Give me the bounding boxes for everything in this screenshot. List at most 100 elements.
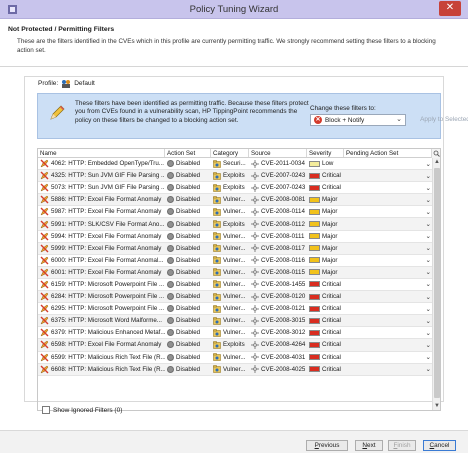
severity-swatch: [309, 293, 320, 300]
pending-action-dropdown[interactable]: ⌄: [344, 158, 434, 169]
filter-name-cell[interactable]: 6608: HTTP: Malicious Rich Text File (R.…: [38, 364, 165, 375]
filter-name-cell[interactable]: 6295: HTTP: Microsoft Powerpoint File ..…: [38, 303, 165, 314]
chevron-down-icon[interactable]: ⌄: [426, 220, 431, 228]
filter-name-cell[interactable]: 5987: HTTP: Excel File Format Anomaly: [38, 206, 165, 217]
severity-value: Critical: [322, 293, 341, 301]
show-ignored-checkbox[interactable]: [42, 406, 50, 414]
table-row[interactable]: 6001: HTTP: Excel File Format Anomaly Dis…: [38, 266, 434, 279]
chevron-down-icon[interactable]: ⌄: [426, 196, 431, 204]
filter-name-cell[interactable]: 4325: HTTP: Sun JVM GIF File Parsing ...: [38, 170, 165, 181]
apply-to-selected-button[interactable]: Apply to Selected: [410, 114, 468, 126]
chevron-down-icon[interactable]: ⌄: [426, 305, 431, 313]
table-row[interactable]: 4325: HTTP: Sun JVM GIF File Parsing ...…: [38, 170, 434, 183]
scroll-down-icon[interactable]: ▼: [433, 402, 440, 410]
table-row[interactable]: 5886: HTTP: Excel File Format Anomaly Dis…: [38, 194, 434, 207]
pending-action-dropdown[interactable]: ⌄: [344, 194, 434, 205]
source-value: CVE-2008-4025: [261, 365, 306, 373]
table-row[interactable]: 6375: HTTP: Microsoft Word Malforme... Di…: [38, 315, 434, 328]
chevron-down-icon[interactable]: ⌄: [426, 208, 431, 216]
chevron-down-icon[interactable]: ⌄: [426, 329, 431, 337]
table-row[interactable]: 6159: HTTP: Microsoft Powerpoint File ..…: [38, 279, 434, 292]
show-ignored-filters[interactable]: Show Ignored Filters (0): [42, 406, 122, 414]
filter-name-cell[interactable]: 6598: HTTP: Excel File Format Anomaly: [38, 339, 165, 350]
pending-action-dropdown[interactable]: ⌄: [344, 303, 434, 314]
table-row[interactable]: 6295: HTTP: Microsoft Powerpoint File ..…: [38, 303, 434, 316]
source-cell: CVE-2008-3012: [249, 327, 307, 338]
chevron-down-icon[interactable]: ⌄: [426, 172, 431, 180]
chevron-down-icon[interactable]: ⌄: [426, 317, 431, 325]
table-row[interactable]: 5991: HTTP: SLK/CSV File Format Ano... Di…: [38, 218, 434, 231]
chevron-down-icon[interactable]: ⌄: [426, 341, 431, 349]
column-header-severity[interactable]: Severity: [307, 149, 344, 157]
filter-name-cell[interactable]: 6000: HTTP: Excel File Format Anomal...: [38, 255, 165, 266]
action-set-select[interactable]: ✕ Block + Notify ⌄: [310, 114, 406, 126]
pending-action-dropdown[interactable]: ⌄: [344, 279, 434, 290]
filter-name-cell[interactable]: 6001: HTTP: Excel File Format Anomaly: [38, 267, 165, 278]
filter-name-cell[interactable]: 6375: HTTP: Microsoft Word Malforme...: [38, 315, 165, 326]
filter-name-cell[interactable]: 5886: HTTP: Excel File Format Anomaly: [38, 194, 165, 205]
pending-action-dropdown[interactable]: ⌄: [344, 255, 434, 266]
disabled-icon: [167, 220, 174, 228]
scroll-thumb[interactable]: [434, 168, 440, 398]
chevron-down-icon[interactable]: ⌄: [426, 268, 431, 276]
finish-button[interactable]: Finish: [388, 440, 416, 451]
pending-action-dropdown[interactable]: ⌄: [344, 267, 434, 278]
pending-action-dropdown[interactable]: ⌄: [344, 182, 434, 193]
column-header-source[interactable]: Source: [249, 149, 307, 157]
chevron-down-icon[interactable]: ⌄: [426, 293, 431, 301]
table-row[interactable]: 5073: HTTP: Sun JVM GIF File Parsing ...…: [38, 182, 434, 195]
next-button[interactable]: Next: [355, 440, 383, 451]
table-row[interactable]: 6599: HTTP: Malicious Rich Text File (R.…: [38, 352, 434, 364]
chevron-down-icon[interactable]: ⌄: [426, 244, 431, 252]
chevron-down-icon[interactable]: ⌄: [426, 160, 431, 168]
filter-name-cell[interactable]: 5999: HTTP: Excel File Format Anomaly: [38, 243, 165, 254]
table-row[interactable]: 6379: HTTP: Malicious Enhanced Metaf... D…: [38, 327, 434, 340]
column-header-category[interactable]: Category: [211, 149, 249, 157]
chevron-down-icon[interactable]: ⌄: [426, 353, 431, 361]
pending-action-dropdown[interactable]: ⌄: [344, 364, 434, 375]
chevron-down-icon[interactable]: ⌄: [426, 232, 431, 240]
cancel-button[interactable]: Cancel: [423, 440, 456, 451]
pending-action-dropdown[interactable]: ⌄: [344, 206, 434, 217]
chevron-down-icon[interactable]: ⌄: [426, 256, 431, 264]
filter-name-cell[interactable]: 5994: HTTP: Excel File Format Anomaly: [38, 231, 165, 242]
filter-name-cell[interactable]: 5991: HTTP: SLK/CSV File Format Ano...: [38, 218, 165, 229]
close-button[interactable]: ✕: [439, 1, 461, 16]
pending-action-dropdown[interactable]: ⌄: [344, 231, 434, 242]
table-row[interactable]: 4062: HTTP: Embedded OpenType/Tru... Disa…: [38, 158, 434, 171]
pending-action-dropdown[interactable]: ⌄: [344, 315, 434, 326]
chevron-down-icon[interactable]: ⌄: [426, 365, 431, 373]
filter-name-cell[interactable]: 6379: HTTP: Malicious Enhanced Metaf...: [38, 327, 165, 338]
filter-name-cell[interactable]: 6159: HTTP: Microsoft Powerpoint File ..…: [38, 279, 165, 290]
vertical-scrollbar[interactable]: ▲ ▼: [432, 158, 440, 410]
severity-cell: Major: [307, 194, 344, 205]
column-header-pending-action-set[interactable]: Pending Action Set: [344, 149, 434, 157]
pending-action-dropdown[interactable]: ⌄: [344, 327, 434, 338]
previous-button[interactable]: Previous: [306, 440, 348, 451]
chevron-down-icon[interactable]: ⌄: [426, 280, 431, 288]
table-row[interactable]: 5999: HTTP: Excel File Format Anomaly Dis…: [38, 242, 434, 255]
column-header-name[interactable]: Name: [38, 149, 165, 157]
chevron-down-icon[interactable]: ⌄: [426, 184, 431, 192]
scroll-up-icon[interactable]: ▲: [433, 158, 440, 166]
column-header-action-set[interactable]: Action Set: [165, 149, 211, 157]
pending-action-dropdown[interactable]: ⌄: [344, 218, 434, 229]
pending-action-dropdown[interactable]: ⌄: [344, 291, 434, 302]
pending-action-dropdown[interactable]: ⌄: [344, 339, 434, 350]
table-row[interactable]: 5987: HTTP: Excel File Format Anomaly Dis…: [38, 206, 434, 219]
table-row[interactable]: 6608: HTTP: Malicious Rich Text File (R.…: [38, 363, 434, 376]
filter-name-cell[interactable]: 4062: HTTP: Embedded OpenType/Tru...: [38, 158, 165, 169]
pending-action-dropdown[interactable]: ⌄: [344, 243, 434, 254]
pending-action-dropdown[interactable]: ⌄: [344, 170, 434, 181]
filter-name-cell[interactable]: 6599: HTTP: Malicious Rich Text File (R.…: [38, 352, 165, 363]
pending-action-dropdown[interactable]: ⌄: [344, 352, 434, 363]
table-row[interactable]: 5994: HTTP: Excel File Format Anomaly Dis…: [38, 231, 434, 243]
filter-name-cell[interactable]: 5073: HTTP: Sun JVM GIF File Parsing ...: [38, 182, 165, 193]
table-row[interactable]: 6000: HTTP: Excel File Format Anomal... D…: [38, 255, 434, 267]
table-row[interactable]: 6284: HTTP: Microsoft Powerpoint File ..…: [38, 291, 434, 304]
filter-name-cell[interactable]: 6284: HTTP: Microsoft Powerpoint File ..…: [38, 291, 165, 302]
table-row[interactable]: 6598: HTTP: Excel File Format Anomaly Dis…: [38, 339, 434, 352]
action-set-value: Disabled: [176, 329, 201, 337]
category-cell: Vulner...: [211, 327, 249, 338]
search-icon[interactable]: [431, 149, 440, 158]
